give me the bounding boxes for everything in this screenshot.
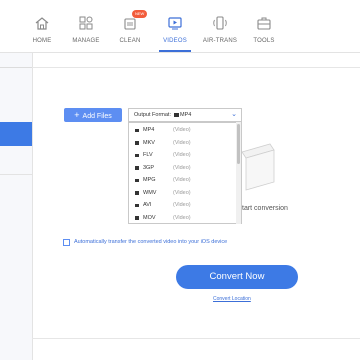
video-format-icon [135, 128, 139, 132]
tools-icon [257, 17, 271, 30]
format-name: MP4 [143, 127, 155, 133]
format-option[interactable]: 3GP (Video) [129, 162, 237, 175]
format-name: AVI [143, 202, 152, 208]
output-format-select[interactable]: Output Format: MP4 ⌄ [128, 108, 242, 122]
format-option[interactable]: MPG (Video) [129, 174, 237, 187]
selected-format: MP4 [180, 112, 192, 118]
format-option[interactable]: WMV (Video) [129, 187, 237, 200]
left-sidebar [0, 53, 33, 360]
format-type: (Video) [173, 202, 191, 208]
format-option[interactable]: AVI (Video) [129, 199, 237, 212]
nav-clean[interactable]: NEW CLEAN [110, 10, 150, 50]
format-option[interactable]: FLV (Video) [129, 149, 237, 162]
nav-manage[interactable]: MANAGE [66, 10, 106, 50]
auto-transfer-checkbox[interactable] [63, 239, 70, 246]
format-name: MPG [143, 177, 156, 183]
add-files-label: Add Files [82, 113, 112, 120]
manage-icon [79, 16, 93, 30]
format-dropdown-list: MP4 (Video) MKV (Video) FLV (Video) 3GP (Vid… [128, 122, 242, 224]
format-type: (Video) [173, 214, 191, 221]
video-format-icon [135, 141, 139, 145]
drop-hint: tart conversion [242, 205, 288, 212]
format-option[interactable]: MKV (Video) [129, 137, 237, 150]
video-format-icon [135, 191, 139, 195]
output-format-label: Output Format: [134, 112, 171, 118]
convert-now-button[interactable]: Convert Now [176, 265, 298, 289]
video-icon [168, 17, 182, 30]
auto-transfer-label: Automatically transfer the converted vid… [74, 239, 228, 245]
active-tab-indicator [159, 50, 191, 52]
format-name: MKV [143, 139, 155, 146]
scrollbar-thumb[interactable] [237, 124, 240, 164]
video-format-icon [135, 153, 139, 157]
nav-home[interactable]: HOME [22, 10, 62, 50]
video-format-icon [135, 203, 139, 207]
format-type: (Video) [173, 164, 191, 171]
nav-label: CLEAN [119, 38, 141, 44]
home-icon [35, 17, 49, 30]
nav-videos[interactable]: VIDEOS [155, 10, 195, 52]
plus-icon: + [74, 110, 80, 120]
format-type: (Video) [173, 152, 191, 158]
video-format-icon [135, 178, 139, 182]
sidebar-selected-item[interactable] [0, 122, 32, 146]
divider [0, 174, 32, 175]
format-type: (Video) [173, 189, 191, 196]
video-format-icon [135, 166, 139, 170]
format-name: 3GP [143, 164, 155, 171]
clean-icon [124, 18, 136, 30]
divider [32, 338, 360, 339]
format-type: (Video) [173, 139, 191, 146]
video-format-icon [174, 112, 179, 117]
format-type: (Video) [173, 127, 191, 133]
nav-air-trans[interactable]: AIR-TRANS [200, 10, 240, 50]
divider [0, 67, 32, 68]
format-type: (Video) [173, 177, 191, 183]
video-format-icon [135, 216, 139, 220]
air-trans-icon [213, 16, 227, 30]
format-name: WMV [143, 189, 157, 196]
format-option[interactable]: MOV (Video) [129, 212, 237, 224]
nav-label: VIDEOS [163, 38, 187, 44]
format-name: MOV [143, 214, 156, 221]
nav-label: AIR-TRANS [202, 38, 238, 44]
top-navigation: HOME MANAGE NEW CLEAN VIDEOS AIR-TRANS T… [0, 0, 360, 53]
nav-label: HOME [32, 38, 52, 44]
nav-label: TOOLS [253, 38, 275, 44]
divider [32, 67, 360, 68]
format-name: FLV [143, 152, 153, 158]
new-badge: NEW [132, 10, 148, 18]
format-option[interactable]: MP4 (Video) [129, 124, 237, 137]
nav-label: MANAGE [72, 38, 100, 44]
add-files-button[interactable]: + Add Files [64, 108, 122, 122]
drop-box-illustration [241, 143, 275, 191]
chevron-down-icon: ⌄ [231, 111, 237, 118]
convert-location-link[interactable]: Convert Location [213, 296, 251, 302]
nav-tools[interactable]: TOOLS [244, 10, 284, 50]
